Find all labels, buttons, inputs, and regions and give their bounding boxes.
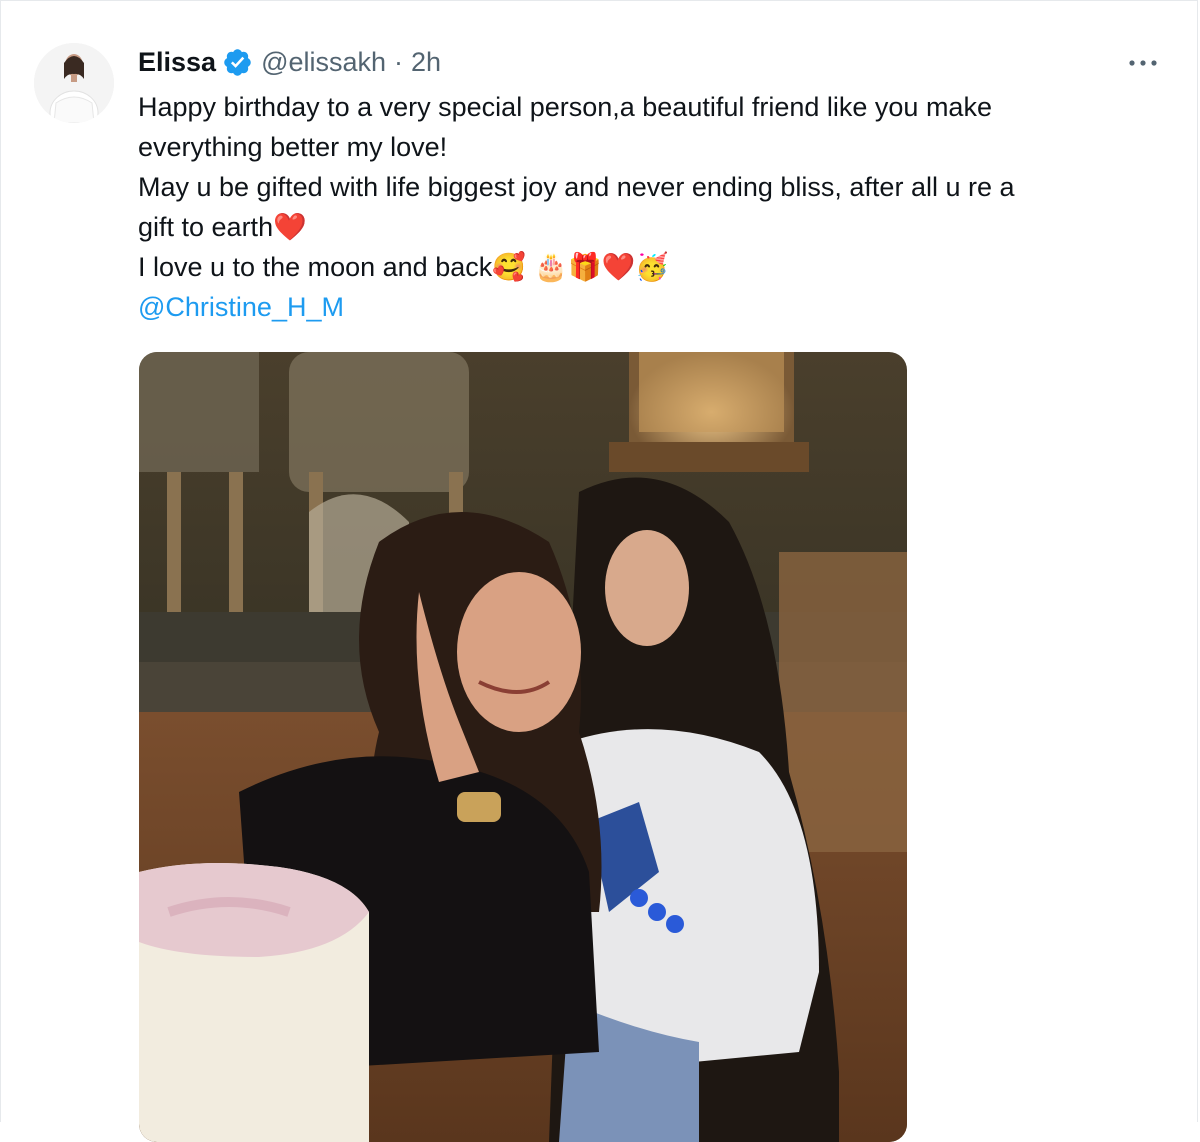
tweet-header: Elissa @elissakh · 2h xyxy=(138,44,441,80)
tweet-text: Happy birthday to a very special person,… xyxy=(138,87,1158,327)
author-display-name[interactable]: Elissa xyxy=(138,47,216,78)
more-options-icon[interactable] xyxy=(1123,47,1163,79)
author-handle[interactable]: @elissakh xyxy=(261,47,386,78)
tweet-line: everything better my love! xyxy=(138,132,448,162)
verified-badge-icon xyxy=(222,47,253,78)
tweet-line-text: I love u to the moon and back xyxy=(138,252,493,282)
tweet-line: gift to earth❤️ xyxy=(138,207,1158,247)
user-mention-link[interactable]: @Christine_H_M xyxy=(138,292,344,322)
celebration-emoji-icons: 🥰 🎂🎁❤️🥳 xyxy=(492,252,669,283)
tweet-timestamp[interactable]: 2h xyxy=(411,47,441,78)
tweet-line-text: gift to earth xyxy=(138,212,274,242)
tweet-photo[interactable] xyxy=(139,352,907,1142)
tweet-line: @Christine_H_M xyxy=(138,287,1158,327)
avatar-image xyxy=(34,43,114,123)
tweet-line: I love u to the moon and back🥰 🎂🎁❤️🥳 xyxy=(138,247,1158,287)
tweet-line: May u be gifted with life biggest joy an… xyxy=(138,172,1015,202)
tweet-card[interactable]: Elissa @elissakh · 2h Happy birthday to … xyxy=(0,0,1198,1142)
header-separator: · xyxy=(394,46,404,77)
tweet-line: Happy birthday to a very special person,… xyxy=(138,92,992,122)
author-avatar[interactable] xyxy=(34,43,114,123)
red-heart-icon: ❤️ xyxy=(273,212,307,243)
photo-image xyxy=(139,352,907,1142)
